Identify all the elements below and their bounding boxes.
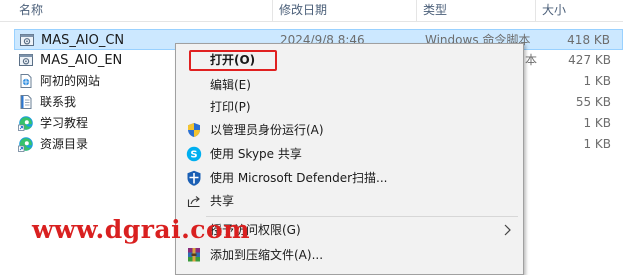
defender-icon xyxy=(187,170,201,186)
column-size[interactable]: 大小 xyxy=(537,0,617,21)
column-header: 名称 修改日期 类型 大小 xyxy=(0,0,623,22)
menu-item-label: 编辑(E) xyxy=(210,78,251,92)
menu-item-print[interactable]: 打印(P) xyxy=(176,96,521,118)
menu-item-label: 打印(P) xyxy=(210,100,251,114)
file-size: 418 KB xyxy=(567,33,610,47)
menu-item-open[interactable]: 打开(O) xyxy=(176,49,521,71)
menu-item-defender-scan[interactable]: 使用 Microsoft Defender扫描... xyxy=(176,167,521,189)
file-name: MAS_AIO_CN xyxy=(41,33,125,48)
menu-item-add-to-archive[interactable]: 添加到压缩文件(A)... xyxy=(176,244,521,266)
column-date[interactable]: 修改日期 xyxy=(274,0,414,21)
file-name: 学习教程 xyxy=(40,116,89,130)
menu-item-edit[interactable]: 编辑(E) xyxy=(176,74,521,96)
file-name: 阿初的网站 xyxy=(40,74,101,88)
menu-item-label: 打开(O) xyxy=(210,53,256,67)
menu-item-label: 使用 Skype 共享 xyxy=(210,147,302,161)
chevron-right-icon xyxy=(504,224,511,236)
text-file-icon xyxy=(20,95,32,109)
column-type[interactable]: 类型 xyxy=(418,0,533,21)
file-name: 联系我 xyxy=(40,95,77,109)
winrar-icon xyxy=(188,248,200,262)
edge-shortcut-icon xyxy=(18,137,33,152)
column-divider[interactable] xyxy=(416,0,417,21)
menu-item-run-as-admin[interactable]: 以管理员身份运行(A) xyxy=(176,119,521,141)
menu-item-label: 以管理员身份运行(A) xyxy=(210,123,324,137)
file-size: 1 KB xyxy=(583,116,611,130)
file-name: MAS_AIO_EN xyxy=(40,53,123,68)
share-icon xyxy=(187,196,200,208)
edge-shortcut-icon xyxy=(18,116,33,131)
menu-item-skype-share[interactable]: S 使用 Skype 共享 xyxy=(176,143,521,165)
menu-item-label: 添加到压缩文件(A)... xyxy=(210,248,324,262)
uac-shield-icon xyxy=(188,123,200,137)
file-type: 本 xyxy=(525,53,538,67)
url-shortcut-icon xyxy=(20,74,32,88)
file-name: 资源目录 xyxy=(40,137,89,151)
file-size: 1 KB xyxy=(583,74,611,88)
svg-text:S: S xyxy=(190,150,197,161)
watermark-text: www.dgrai.com xyxy=(32,215,251,244)
menu-item-share[interactable]: 共享 xyxy=(176,190,521,212)
file-size: 1 KB xyxy=(583,137,611,151)
column-divider[interactable] xyxy=(272,0,273,21)
menu-item-label: 使用 Microsoft Defender扫描... xyxy=(210,171,388,185)
menu-item-label: 共享 xyxy=(210,194,235,208)
file-size: 427 KB xyxy=(568,53,611,67)
column-divider[interactable] xyxy=(535,0,536,21)
script-file-icon xyxy=(20,34,34,46)
column-name[interactable]: 名称 xyxy=(14,0,272,21)
menu-separator xyxy=(206,216,518,217)
script-file-icon xyxy=(19,54,33,66)
file-size: 55 KB xyxy=(575,95,611,109)
skype-icon: S xyxy=(186,146,202,162)
